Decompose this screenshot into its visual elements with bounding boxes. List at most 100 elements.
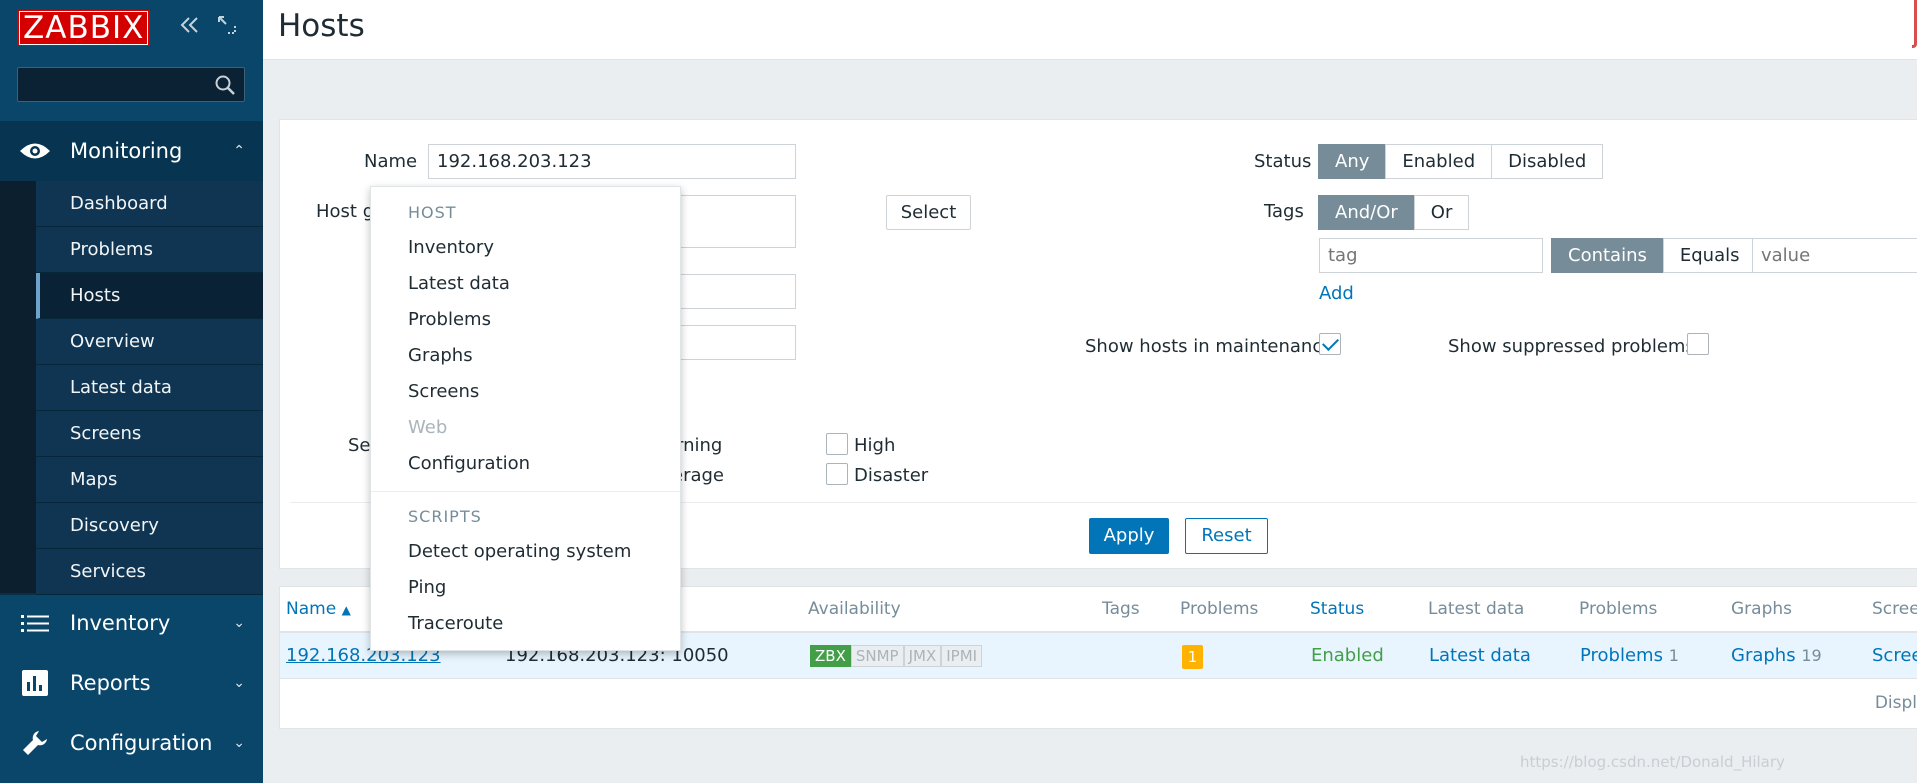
menu-item-configuration[interactable]: Configuration [408, 453, 530, 474]
select-button[interactable]: Select [886, 195, 971, 230]
sidebar: ZABBIX Monitoring ⌃ Dashboard Problems H… [0, 0, 263, 783]
sort-asc-icon: ▲ [341, 603, 351, 617]
kiosk-mode-icon[interactable] [216, 14, 238, 42]
list-icon [0, 613, 70, 633]
submenu-dashboard[interactable]: Dashboard [36, 181, 263, 227]
menu-monitoring-label: Monitoring [70, 139, 183, 163]
latest-data-link[interactable]: Latest data [1429, 645, 1531, 666]
name-field[interactable]: 192.168.203.123 [428, 144, 796, 179]
problems-link[interactable]: Problems [1580, 645, 1663, 666]
availability-badges: ZBX SNMP JMX IPMI [810, 645, 983, 667]
bar-chart-icon [0, 670, 70, 696]
zbx-badge: ZBX [810, 645, 851, 667]
col-screens: Scree [1872, 599, 1917, 619]
submenu-services[interactable]: Services [36, 549, 263, 595]
submenu-discovery[interactable]: Discovery [36, 503, 263, 549]
menu-configuration[interactable]: Configuration ⌄ [0, 713, 263, 773]
severity-label: Se [348, 435, 371, 456]
host-context-menu: HOST Inventory Latest data Problems Grap… [370, 186, 681, 651]
menu-inventory-label: Inventory [70, 611, 171, 635]
host-groups-label: Host g [316, 201, 375, 222]
status-segmented: Any Enabled Disabled [1318, 144, 1604, 179]
search-icon[interactable] [214, 74, 236, 96]
col-name[interactable]: Name ▲ [286, 599, 351, 619]
ipmi-badge: IPMI [941, 645, 983, 667]
menu-item-web: Web [408, 417, 448, 438]
eye-icon [0, 140, 70, 162]
name-label: Name [364, 151, 418, 172]
watermark: https://blog.csdn.net/Donald_Hilary [1520, 753, 1785, 771]
col-tags: Tags [1102, 599, 1140, 619]
displaying-text: Displ [1874, 693, 1917, 713]
wrench-icon [0, 729, 70, 757]
menu-monitoring[interactable]: Monitoring ⌃ [0, 121, 263, 181]
col-problems: Problems [1180, 599, 1259, 619]
snmp-badge: SNMP [850, 645, 904, 667]
submenu-overview[interactable]: Overview [36, 319, 263, 365]
severity-warning-label: rning [676, 435, 723, 456]
menu-header-host: HOST [408, 203, 457, 222]
col-status[interactable]: Status [1310, 599, 1364, 619]
add-tag-link[interactable]: Add [1319, 283, 1354, 304]
apply-button[interactable]: Apply [1089, 518, 1169, 554]
severity-disaster-checkbox[interactable] [826, 463, 848, 485]
menu-item-problems[interactable]: Problems [408, 309, 491, 330]
sidebar-search-input[interactable] [17, 67, 245, 102]
tags-or[interactable]: Or [1413, 195, 1470, 230]
graphs-link-cell: Graphs 19 [1731, 645, 1822, 666]
menu-item-ping[interactable]: Ping [408, 577, 446, 598]
menu-reports-label: Reports [70, 671, 151, 695]
menu-item-graphs[interactable]: Graphs [408, 345, 473, 366]
maintenance-label: Show hosts in maintenance [1085, 336, 1334, 357]
status-enabled-link[interactable]: Enabled [1311, 645, 1384, 666]
tag-operator-contains[interactable]: Contains [1551, 238, 1664, 273]
tags-and-or[interactable]: And/Or [1318, 195, 1415, 230]
menu-reports[interactable]: Reports ⌄ [0, 653, 263, 713]
screens-link[interactable]: Scree [1872, 645, 1917, 666]
reset-button[interactable]: Reset [1185, 518, 1268, 554]
status-disabled[interactable]: Disabled [1491, 144, 1604, 179]
submenu-screens[interactable]: Screens [36, 411, 263, 457]
monitoring-submenu: Dashboard Problems Hosts Overview Latest… [0, 181, 263, 595]
page-header: Hosts [263, 0, 1917, 60]
status-any[interactable]: Any [1318, 144, 1387, 179]
severity-high-checkbox[interactable] [826, 433, 848, 455]
chevron-down-icon: ⌄ [233, 735, 245, 751]
severity-disaster-label: Disaster [854, 465, 929, 486]
chevron-up-icon: ⌃ [233, 143, 245, 159]
menu-header-scripts: SCRIPTS [408, 507, 482, 526]
tags-label: Tags [1264, 201, 1304, 222]
menu-inventory[interactable]: Inventory ⌄ [0, 593, 263, 653]
collapse-sidebar-icon[interactable] [178, 14, 202, 42]
col-problems-link: Problems [1579, 599, 1658, 619]
tags-evaltype: And/Or Or [1318, 195, 1470, 230]
submenu-latest-data[interactable]: Latest data [36, 365, 263, 411]
tag-operator-equals[interactable]: Equals [1662, 238, 1757, 273]
status-label: Status [1254, 151, 1312, 172]
suppressed-checkbox[interactable] [1687, 333, 1709, 355]
page-title: Hosts [278, 8, 365, 44]
suppressed-label: Show suppressed problems [1448, 336, 1695, 357]
graphs-link[interactable]: Graphs [1731, 645, 1796, 666]
maintenance-checkbox[interactable] [1319, 333, 1341, 355]
submenu-problems[interactable]: Problems [36, 227, 263, 273]
menu-item-latest-data[interactable]: Latest data [408, 273, 510, 294]
zabbix-logo[interactable]: ZABBIX [17, 10, 151, 46]
menu-item-inventory[interactable]: Inventory [408, 237, 494, 258]
col-graphs: Graphs [1731, 599, 1793, 619]
menu-item-traceroute[interactable]: Traceroute [408, 613, 503, 634]
menu-configuration-label: Configuration [70, 731, 213, 755]
submenu-hosts[interactable]: Hosts [36, 273, 263, 319]
col-latest-data: Latest data [1428, 599, 1525, 619]
tag-value-input[interactable] [1752, 238, 1917, 273]
chevron-down-icon: ⌄ [233, 675, 245, 691]
menu-item-detect-os[interactable]: Detect operating system [408, 541, 631, 562]
menu-item-screens[interactable]: Screens [408, 381, 479, 402]
tag-input[interactable] [1319, 238, 1543, 273]
tag-operator: Contains Equals [1551, 238, 1757, 273]
severity-high-label: High [854, 435, 896, 456]
submenu-maps[interactable]: Maps [36, 457, 263, 503]
status-enabled[interactable]: Enabled [1385, 144, 1493, 179]
jmx-badge: JMX [903, 645, 942, 667]
problems-badge[interactable]: 1 [1182, 645, 1203, 669]
